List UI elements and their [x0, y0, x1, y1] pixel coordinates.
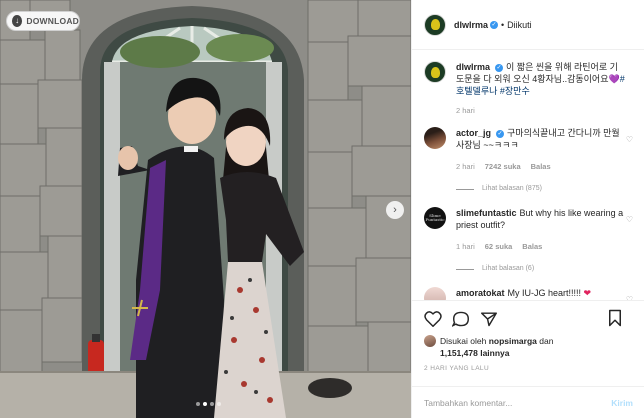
like-comment-heart-icon[interactable]: ♡ [626, 135, 633, 144]
comment-icon[interactable] [452, 311, 470, 327]
red-heart-icon: ❤ [581, 288, 592, 298]
verified-icon: ✓ [490, 20, 499, 29]
avatar[interactable] [424, 61, 446, 83]
post-comment-button[interactable]: Kirim [611, 398, 633, 408]
comment-time: 1 hari [456, 242, 475, 251]
caption-time: 2 hari [456, 106, 475, 115]
comment-text: My IU-JG heart!!!!! [507, 288, 582, 298]
likes-suffix[interactable]: lainnya [480, 348, 509, 358]
next-photo-button[interactable]: › [386, 201, 404, 219]
comment-composer: Kirim [412, 386, 644, 418]
avatar[interactable]: Slime Funtastic [424, 207, 446, 229]
avatar[interactable] [424, 127, 446, 149]
avatar [424, 335, 436, 347]
carousel-dot [210, 402, 214, 406]
post-time: 2 HARI YANG LALU [424, 365, 490, 372]
view-replies-button[interactable]: Lihat balasan (875) [456, 183, 626, 195]
comment-username[interactable]: actor_jg [456, 128, 491, 138]
chevron-right-icon: › [393, 204, 397, 216]
verified-icon: ✓ [496, 129, 505, 138]
photo-scene [0, 0, 411, 418]
verified-icon: ✓ [495, 63, 504, 72]
avatar[interactable] [424, 287, 446, 300]
post-header: dlwlrma ✓ • Diikuti [412, 0, 644, 50]
avatar[interactable] [424, 13, 446, 36]
comment-time: 2 hari [456, 162, 475, 171]
download-label: DOWNLOAD [26, 16, 79, 26]
list-item: amoratokat My IU-JG heart!!!!! ❤ ♡ [424, 287, 633, 300]
view-replies-button[interactable]: Lihat balasan (6) [456, 263, 626, 275]
comment-username[interactable]: amoratokat [456, 288, 505, 298]
post-actions: Disukai oleh nopsimarga dan 1,151,478 la… [412, 300, 644, 386]
comment-likes[interactable]: 62 suka [485, 241, 513, 253]
post-side-panel: dlwlrma ✓ • Diikuti dlwlrma ✓ 이 짧은 씬을 위해 라… [411, 0, 644, 418]
likes-summary[interactable]: Disukai oleh nopsimarga dan 1,151,478 la… [424, 335, 633, 359]
list-item: actor_jg ✓ 구마의식끝내고 간다니까 만월사장님 ~~ㅋㅋㅋ 2 hari… [424, 127, 633, 195]
caption: dlwlrma ✓ 이 짧은 씬을 위해 라틴어로 기도문을 다 외워 오신 4황자… [424, 61, 633, 117]
header-username[interactable]: dlwlrma [454, 20, 488, 30]
comment-username[interactable]: slimefuntastic [456, 208, 517, 218]
carousel-dots [196, 402, 221, 406]
carousel-dot [217, 402, 221, 406]
download-button[interactable]: ↓ DOWNLOAD [6, 11, 80, 31]
carousel-dot [196, 402, 200, 406]
caption-username[interactable]: dlwlrma [456, 62, 490, 72]
following-button[interactable]: Diikuti [507, 20, 532, 30]
view-replies-label: Lihat balasan (875) [482, 185, 542, 192]
like-heart-icon[interactable] [424, 311, 442, 327]
comments-list[interactable]: dlwlrma ✓ 이 짧은 씬을 위해 라틴어로 기도문을 다 외워 오신 4황자… [412, 51, 644, 300]
comment-likes[interactable]: 7242 suka [485, 161, 521, 173]
list-item: Slime Funtastic slimefuntastic But why his… [424, 207, 633, 275]
download-icon: ↓ [12, 15, 23, 27]
likes-user[interactable]: nopsimarga [489, 336, 537, 346]
divider [456, 188, 474, 190]
divider [456, 268, 474, 270]
post-photo[interactable]: ↓ DOWNLOAD › [0, 0, 411, 418]
share-icon[interactable] [480, 311, 498, 327]
like-comment-heart-icon[interactable]: ♡ [626, 215, 633, 224]
carousel-dot-active [203, 402, 207, 406]
reply-button[interactable]: Balas [522, 241, 542, 253]
header-separator: • [501, 19, 505, 30]
likes-joiner: dan [539, 336, 554, 346]
bookmark-icon[interactable] [607, 309, 623, 327]
reply-button[interactable]: Balas [531, 161, 551, 173]
likes-count[interactable]: 1,151,478 [440, 348, 478, 358]
comment-input[interactable] [424, 397, 612, 408]
likes-prefix: Disukai oleh [440, 336, 487, 346]
view-replies-label: Lihat balasan (6) [482, 265, 535, 272]
